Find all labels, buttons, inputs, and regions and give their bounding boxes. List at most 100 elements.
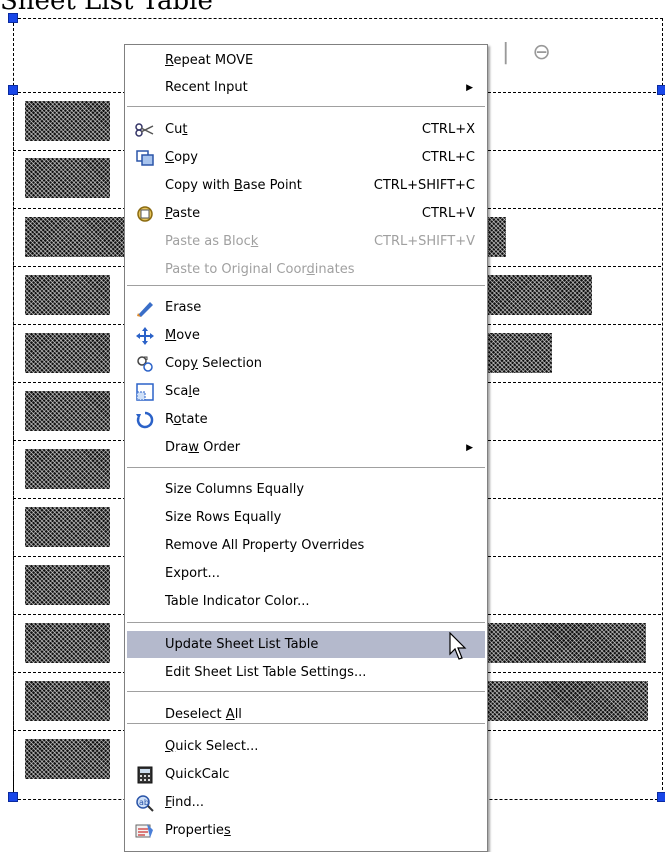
menu-item-label: Paste: [165, 206, 201, 221]
menu-item-shortcut: CTRL+X: [421, 122, 475, 137]
menu-item-recent-input[interactable]: Recent Input ▶: [127, 74, 485, 101]
svg-text:ab: ab: [139, 798, 149, 807]
submenu-arrow-icon: ▶: [466, 82, 473, 93]
menu-item-label: Recent Input: [165, 80, 248, 95]
menu-separator: [127, 622, 485, 624]
menu-item-paste[interactable]: Paste CTRL+V: [127, 200, 485, 227]
table-cell-text: [486, 217, 506, 257]
table-cell-text: [25, 623, 110, 663]
menu-item-repeat-move[interactable]: Repeat MOVE: [127, 47, 485, 74]
context-menu: Repeat MOVE Recent Input ▶ Cut CTRL+X Copy CTR…: [124, 44, 488, 852]
menu-separator: [127, 285, 485, 287]
grip-handle[interactable]: [8, 13, 18, 23]
grip-handle[interactable]: [8, 792, 18, 802]
table-cell-text: [25, 391, 110, 431]
copy-icon: [135, 148, 155, 168]
menu-item-size-columns-equally[interactable]: Size Columns Equally: [127, 476, 485, 503]
menu-item-label: Size Columns Equally: [165, 482, 305, 497]
menu-item-deselect-all[interactable]: Deselect All: [127, 701, 485, 728]
table-cell-text: [486, 681, 648, 721]
menu-item-quickcalc[interactable]: QuickCalc: [127, 761, 485, 788]
menu-item-label: QuickCalc: [165, 767, 230, 782]
table-cell-text: [25, 681, 110, 721]
menu-separator: [127, 467, 485, 469]
menu-item-label: Find...: [165, 795, 205, 810]
calculator-icon: [135, 765, 155, 785]
menu-item-copy-selection[interactable]: Copy Selection: [127, 350, 485, 377]
menu-item-quick-select[interactable]: Quick Select...: [127, 733, 485, 760]
menu-item-label: Repeat MOVE: [165, 53, 254, 68]
menu-item-label: Export...: [165, 566, 220, 581]
menu-item-label: Edit Sheet List Table Settings...: [165, 665, 367, 680]
menu-item-label: Paste as Block: [165, 234, 259, 249]
menu-item-find[interactable]: ab Find...: [127, 789, 485, 816]
menu-item-label: Quick Select...: [165, 739, 259, 754]
copy-selection-icon: [135, 354, 155, 374]
menu-item-paste-to-original-coordinates: Paste to Original Coordinates: [127, 256, 485, 283]
menu-item-draw-order[interactable]: Draw Order ▶: [127, 434, 485, 461]
scale-icon: [135, 382, 155, 402]
move-icon: [135, 326, 155, 346]
menu-item-label: Erase: [165, 300, 202, 315]
menu-item-label: Properties: [165, 823, 231, 838]
menu-item-scale[interactable]: Scale: [127, 378, 485, 405]
menu-item-remove-all-property-overrides[interactable]: Remove All Property Overrides: [127, 532, 485, 559]
menu-item-copy[interactable]: Copy CTRL+C: [127, 144, 485, 171]
menu-separator: [127, 106, 485, 108]
erase-icon: [135, 298, 155, 318]
menu-item-label: Draw Order: [165, 440, 241, 455]
menu-item-rotate[interactable]: Rotate: [127, 406, 485, 433]
table-cell-text: [25, 739, 110, 779]
table-cell-text: [25, 333, 110, 373]
header-ghost-text: | ⊖: [502, 40, 559, 65]
menu-item-table-indicator-color[interactable]: Table Indicator Color...: [127, 588, 485, 615]
table-cell-text: [25, 217, 125, 257]
menu-separator: [127, 691, 485, 693]
menu-item-size-rows-equally[interactable]: Size Rows Equally: [127, 504, 485, 531]
menu-item-label: Scale: [165, 384, 200, 399]
menu-item-shortcut: CTRL+V: [421, 206, 475, 221]
menu-item-cut[interactable]: Cut CTRL+X: [127, 116, 485, 143]
paste-icon: [135, 204, 155, 224]
menu-item-paste-as-block: Paste as Block CTRL+SHIFT+V: [127, 228, 485, 255]
menu-item-label: Copy Selection: [165, 356, 263, 371]
grip-handle[interactable]: [657, 792, 665, 802]
menu-item-shortcut: CTRL+SHIFT+C: [373, 178, 475, 193]
properties-icon: [135, 821, 155, 841]
grip-handle[interactable]: [657, 85, 665, 95]
menu-item-label: Paste to Original Coordinates: [165, 262, 355, 277]
table-title: Sheet List Table: [0, 0, 213, 16]
rotate-icon: [135, 410, 155, 430]
find-icon: ab: [135, 793, 155, 813]
table-column-line: [13, 92, 14, 798]
menu-item-shortcut: CTRL+C: [421, 150, 475, 165]
grip-handle[interactable]: [8, 85, 18, 95]
menu-item-label: Copy: [165, 150, 198, 165]
menu-item-properties[interactable]: Properties: [127, 817, 485, 844]
menu-item-edit-sheet-list-table-settings[interactable]: Edit Sheet List Table Settings...: [127, 659, 485, 686]
table-cell-text: [25, 565, 110, 605]
table-cell-text: [25, 275, 110, 315]
menu-item-export[interactable]: Export...: [127, 560, 485, 587]
menu-item-move[interactable]: Move: [127, 322, 485, 349]
scissors-icon: [135, 120, 155, 140]
menu-item-label: Update Sheet List Table: [165, 637, 319, 652]
table-cell-text: [486, 623, 646, 663]
submenu-arrow-icon: ▶: [466, 442, 473, 453]
table-cell-text: [25, 507, 110, 547]
menu-item-update-sheet-list-table[interactable]: Update Sheet List Table: [127, 631, 485, 658]
menu-item-label: Remove All Property Overrides: [165, 538, 365, 553]
menu-item-erase[interactable]: Erase: [127, 294, 485, 321]
table-cell-text: [25, 101, 110, 141]
menu-item-copy-with-base-point[interactable]: Copy with Base Point CTRL+SHIFT+C: [127, 172, 485, 199]
mouse-cursor-icon: [449, 632, 467, 660]
menu-item-label: Rotate: [165, 412, 208, 427]
menu-item-label: Table Indicator Color...: [165, 594, 310, 609]
table-cell-text: [25, 449, 110, 489]
menu-item-label: Move: [165, 328, 200, 343]
table-cell-text: [486, 275, 592, 315]
menu-item-label: Copy with Base Point: [165, 178, 302, 193]
menu-item-label: Cut: [165, 122, 188, 137]
menu-item-label: Size Rows Equally: [165, 510, 282, 525]
table-cell-text: [486, 333, 552, 373]
